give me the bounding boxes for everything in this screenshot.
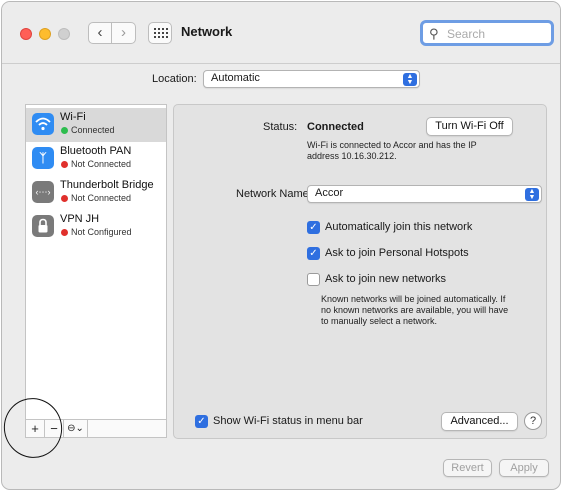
zoom-button[interactable]	[58, 28, 70, 40]
service-name: Wi-Fi	[60, 111, 86, 123]
bluetooth-icon: ᛉ	[32, 147, 54, 169]
action-menu-button[interactable]: ⊖⌄	[64, 420, 88, 437]
service-item-thunderbolt-bridge[interactable]: ‹⋯› Thunderbolt Bridge Not Connected	[26, 176, 166, 210]
auto-join-checkbox[interactable]: ✓	[307, 221, 320, 234]
revert-button[interactable]: Revert	[443, 459, 492, 477]
window-title: Network	[181, 24, 233, 39]
grid-icon	[154, 28, 168, 38]
ask-new-networks-checkbox[interactable]	[307, 273, 320, 286]
service-name: VPN JH	[60, 213, 100, 225]
known-networks-note-line2: no known networks are available, you wil…	[321, 305, 509, 315]
show-wifi-status-label: Show Wi-Fi status in menu bar	[213, 415, 363, 427]
chevron-left-icon: ‹	[97, 24, 103, 41]
status-dot-red	[61, 228, 68, 236]
status-dot-red	[61, 160, 68, 168]
show-wifi-status-checkbox[interactable]: ✓	[195, 415, 208, 428]
popup-arrows-icon: ▲ ▼	[525, 188, 539, 201]
search-field[interactable]: ⚲	[420, 20, 554, 46]
status-label: Status:	[263, 121, 298, 133]
status-description-line1: Wi-Fi is connected to Accor and has the …	[307, 140, 477, 150]
location-label: Location:	[152, 73, 197, 85]
service-status: Not Connected	[61, 193, 131, 203]
network-preferences-window: ‹ › Network ⚲ Location: Automatic ▲▼	[1, 1, 561, 490]
service-item-vpn-jh[interactable]: VPN JH Not Configured	[26, 210, 166, 244]
network-name-label: Network Name:	[236, 188, 312, 200]
ask-hotspots-label: Ask to join Personal Hotspots	[325, 247, 469, 259]
network-name-popup[interactable]: Accor ▲ ▼	[307, 185, 542, 203]
service-name: Bluetooth PAN	[60, 145, 132, 157]
service-status: Connected	[61, 125, 115, 135]
service-status: Not Configured	[61, 227, 132, 237]
known-networks-note-line1: Known networks will be joined automatica…	[321, 294, 506, 304]
status-description-line2: address 10.16.30.212.	[307, 151, 397, 161]
location-popup[interactable]: Automatic ▲ ▼	[203, 70, 420, 88]
back-button[interactable]: ‹	[88, 22, 112, 44]
service-status: Not Connected	[61, 159, 131, 169]
close-button[interactable]	[20, 28, 32, 40]
titlebar: ‹ › Network ⚲	[2, 2, 560, 64]
service-item-wifi[interactable]: Wi-Fi Connected	[26, 108, 166, 142]
ask-hotspots-checkbox[interactable]: ✓	[307, 247, 320, 260]
known-networks-note-line3: to manually select a network.	[321, 316, 438, 326]
minimize-button[interactable]	[39, 28, 51, 40]
help-button[interactable]: ?	[524, 412, 542, 430]
forward-button[interactable]: ›	[112, 22, 136, 44]
status-dot-red	[61, 194, 68, 202]
wifi-icon	[32, 113, 54, 135]
lock-icon	[32, 215, 54, 237]
service-list: Wi-Fi Connected ᛉ Bluetooth PAN Not Conn…	[25, 104, 167, 420]
service-name: Thunderbolt Bridge	[60, 179, 154, 191]
network-name-value: Accor	[315, 187, 344, 199]
status-value: Connected	[307, 121, 364, 133]
status-dot-green	[61, 126, 68, 134]
apply-button[interactable]: Apply	[499, 459, 549, 477]
turn-wifi-off-button[interactable]: Turn Wi-Fi Off	[426, 117, 513, 136]
ask-new-networks-label: Ask to join new networks	[325, 273, 447, 285]
location-value: Automatic	[211, 72, 260, 84]
advanced-button[interactable]: Advanced...	[441, 412, 518, 431]
service-item-bluetooth-pan[interactable]: ᛉ Bluetooth PAN Not Connected	[26, 142, 166, 176]
auto-join-label: Automatically join this network	[325, 221, 473, 233]
chevron-right-icon: ›	[121, 24, 126, 41]
search-input[interactable]	[445, 25, 545, 42]
popup-arrows-icon: ▲ ▼	[403, 73, 417, 86]
search-icon: ⚲	[429, 26, 439, 41]
show-all-button[interactable]	[148, 22, 172, 44]
thunderbolt-bridge-icon: ‹⋯›	[32, 181, 54, 203]
